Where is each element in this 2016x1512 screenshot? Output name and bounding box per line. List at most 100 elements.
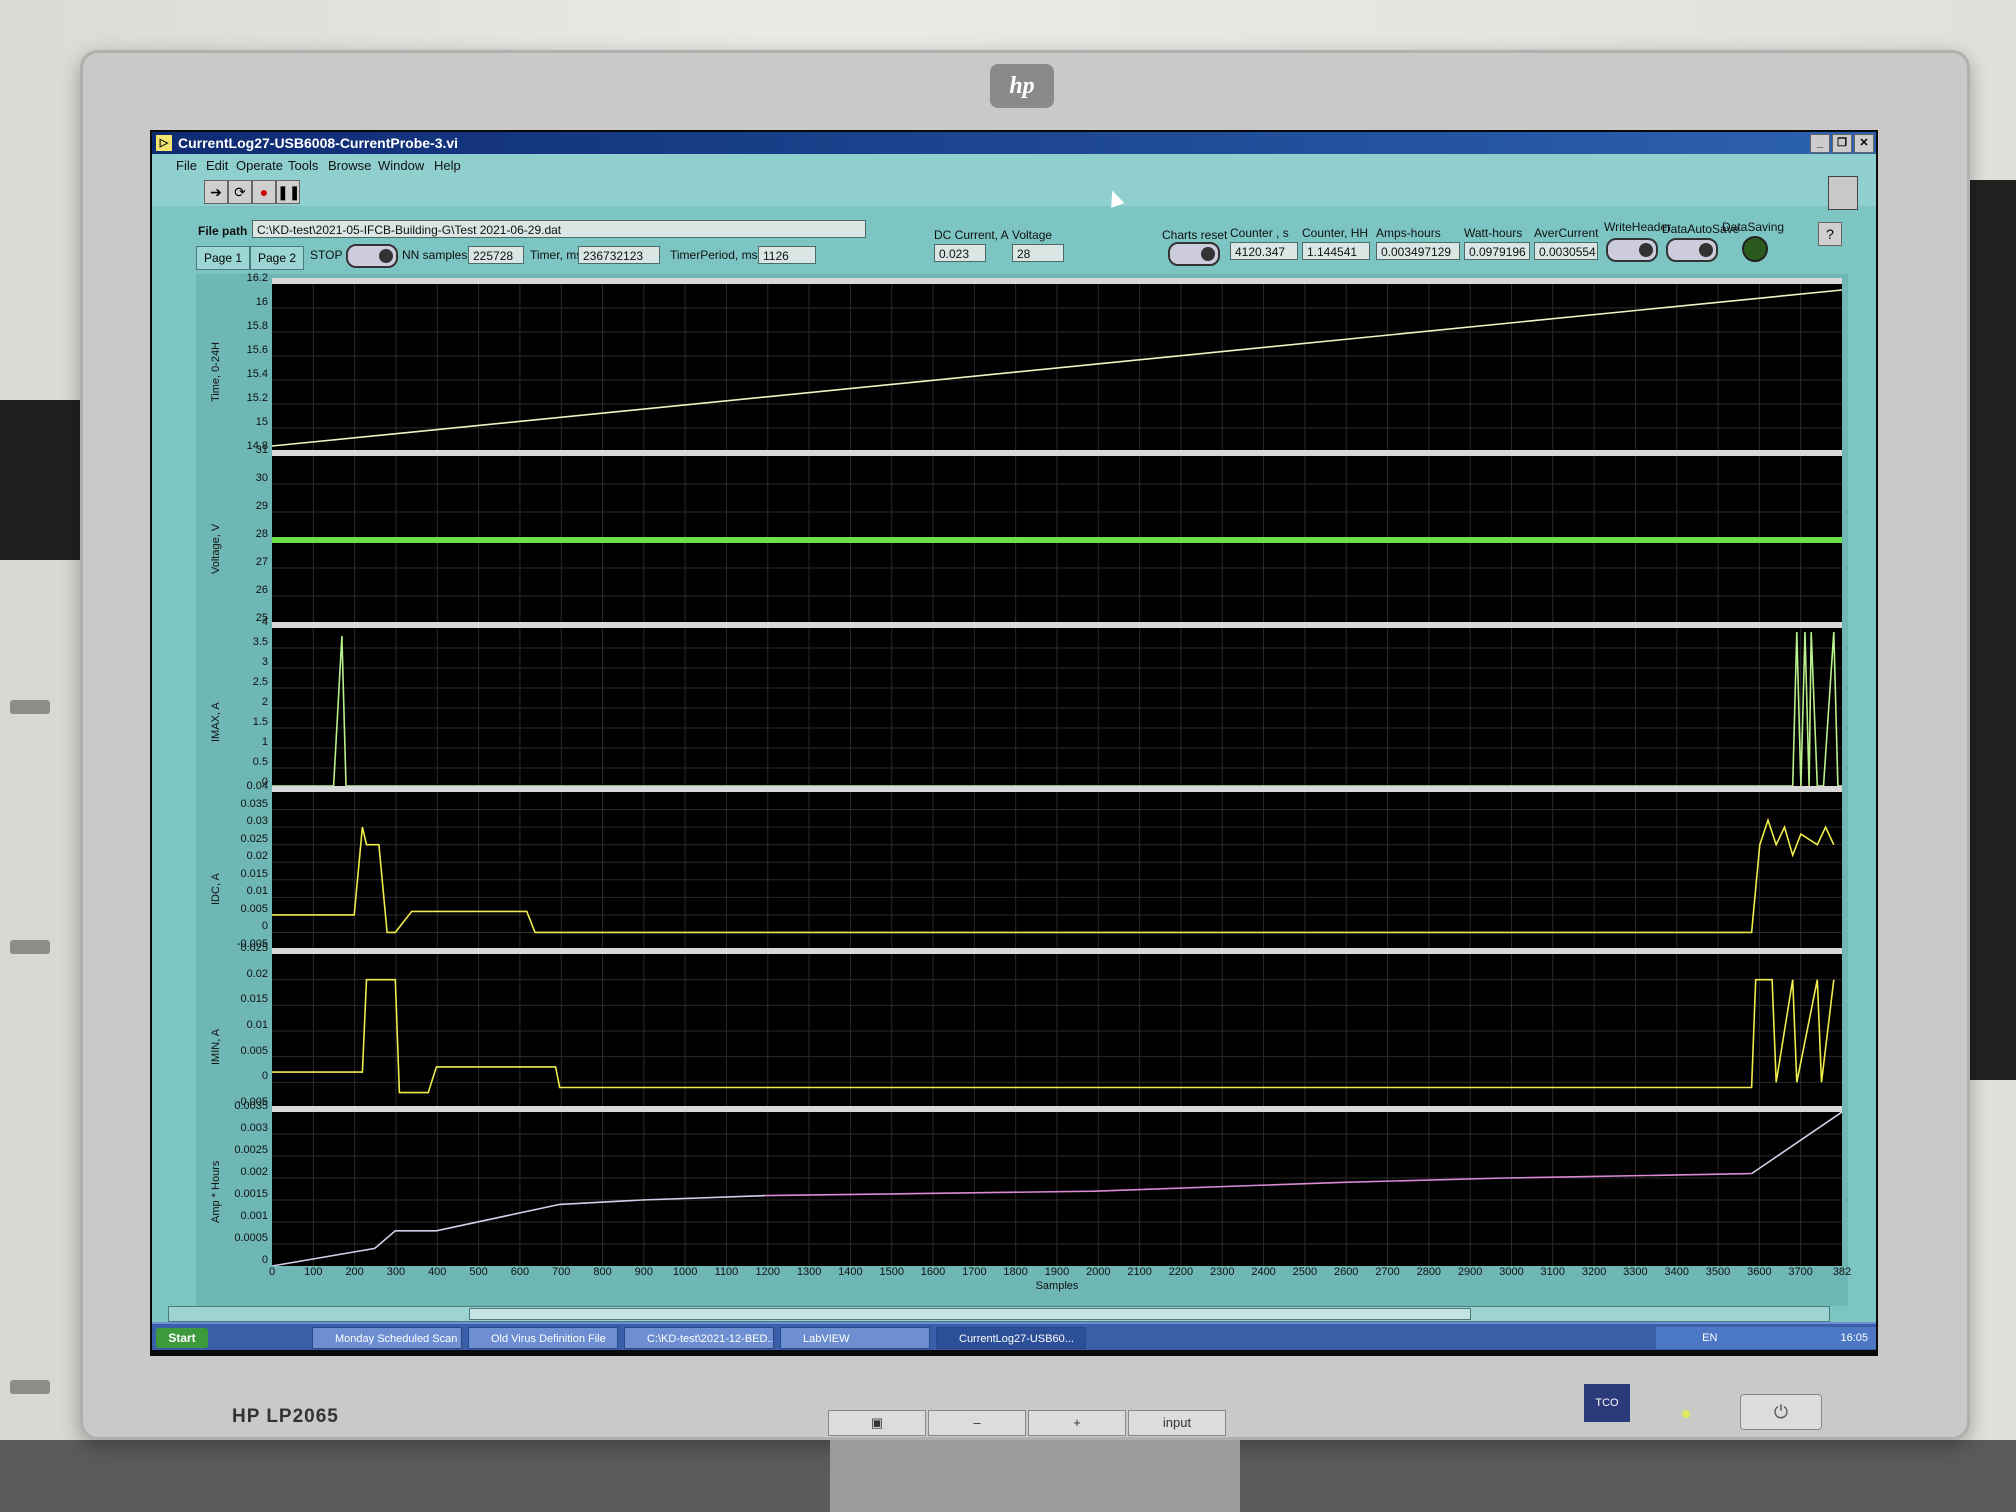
y-tick-label: 15: [255, 416, 268, 428]
monitor-minus-button[interactable]: –: [928, 1410, 1026, 1436]
taskbar-item-active[interactable]: CurrentLog27-USB60...: [936, 1327, 1086, 1349]
certification-badge: TCO: [1584, 1384, 1630, 1422]
menu-help[interactable]: Help: [434, 158, 461, 173]
y-tick-label: 3.5: [252, 636, 268, 648]
x-tick-label: 3100: [1540, 1266, 1566, 1278]
close-button[interactable]: ✕: [1854, 134, 1874, 153]
timer-period-label: TimerPeriod, ms: [670, 248, 758, 262]
x-tick-label: 1300: [796, 1266, 822, 1278]
chart-plot: [272, 792, 1842, 950]
menu-file[interactable]: File: [176, 158, 197, 173]
x-tick-label: 2300: [1210, 1266, 1235, 1278]
write-header-toggle[interactable]: [1606, 238, 1658, 262]
help-icon[interactable]: ?: [1818, 222, 1842, 246]
chart-2: [272, 450, 1842, 624]
restore-button[interactable]: ❐: [1832, 134, 1852, 153]
x-tick-label: 900: [634, 1266, 653, 1278]
horizontal-scrollbar[interactable]: [168, 1306, 1830, 1322]
run-continuously-icon[interactable]: ⟳: [228, 180, 252, 204]
y-tick-label: 0.025: [240, 832, 268, 845]
monitor-buttons: ▣ – + input: [828, 1410, 1228, 1436]
x-tick-label: 200: [345, 1266, 364, 1278]
taskbar-item[interactable]: Old Virus Definition File: [468, 1327, 618, 1349]
amp-hours-field: 0.003497129: [1376, 242, 1460, 260]
menu-edit[interactable]: Edit: [206, 158, 228, 173]
chart-5: [272, 948, 1842, 1108]
minimize-button[interactable]: _: [1810, 134, 1830, 153]
pause-icon[interactable]: ❚❚: [276, 180, 300, 204]
monitor-plus-button[interactable]: +: [1028, 1410, 1126, 1436]
run-arrow-icon[interactable]: ➔: [204, 180, 228, 204]
x-tick-label: 600: [510, 1266, 530, 1278]
y-tick-label: 0.035: [240, 797, 268, 810]
y-tick-label: 2: [261, 696, 268, 708]
x-axis-label: Samples: [1035, 1280, 1079, 1292]
x-tick-label: 3400: [1664, 1266, 1689, 1278]
charts-reset-label: Charts reset: [1162, 228, 1228, 242]
nn-samples-label: NN samples: [402, 248, 468, 262]
y-tick-label: 0.025: [240, 942, 268, 954]
y-tick-label: 1: [261, 736, 268, 748]
y-tick-label: 16.2: [246, 272, 268, 284]
monitor-menu-button[interactable]: ▣: [828, 1410, 926, 1436]
chart-1: [272, 278, 1842, 452]
x-tick-label: 3600: [1747, 1266, 1772, 1278]
power-led: [1682, 1410, 1690, 1418]
x-tick-label: 1100: [714, 1266, 739, 1278]
start-button[interactable]: Start: [156, 1328, 208, 1348]
y-tick-label: 3: [261, 656, 268, 668]
x-tick-label: 2800: [1416, 1266, 1442, 1278]
menu-browse[interactable]: Browse: [328, 158, 371, 173]
amp-hours-label: Amps-hours: [1376, 226, 1441, 240]
x-tick-label: 700: [552, 1266, 571, 1278]
x-tick-label: 1000: [672, 1266, 698, 1278]
menu-tools[interactable]: Tools: [288, 158, 318, 173]
menu-operate[interactable]: Operate: [236, 158, 283, 173]
series-line-1: [272, 817, 1835, 934]
charts-reset-toggle[interactable]: [1168, 242, 1220, 266]
taskbar-item[interactable]: C:\KD-test\2021-12-BED...: [624, 1327, 774, 1349]
taskbar-item[interactable]: LabVIEW: [780, 1327, 930, 1349]
taskbar-item[interactable]: Monday Scheduled Scan: [312, 1327, 462, 1349]
data-autosave-toggle[interactable]: [1666, 238, 1718, 262]
monitor-model: HP LP2065: [232, 1406, 339, 1427]
y-tick-label: 15.8: [246, 320, 268, 332]
x-tick-label: 2000: [1086, 1266, 1111, 1278]
timer-label: Timer, ms: [530, 248, 583, 262]
x-tick-label: 3300: [1623, 1266, 1648, 1278]
cabinet-handle: [10, 1380, 50, 1394]
aver-current-label: AverCurrent: [1534, 226, 1599, 240]
abort-icon[interactable]: ●: [252, 180, 276, 204]
tab-page2[interactable]: Page 2: [250, 246, 304, 270]
x-tick-label: 300: [386, 1266, 406, 1278]
y-tick-label: 29: [255, 500, 268, 512]
timer-period-input[interactable]: 1126: [758, 246, 816, 264]
power-button[interactable]: ⏻: [1740, 1394, 1822, 1430]
y-axis-label: IDC, A: [210, 873, 222, 905]
y-tick-label: 28: [255, 528, 268, 540]
x-tick-label: 2100: [1127, 1266, 1152, 1278]
nn-samples-field: 225728: [468, 246, 524, 264]
monitor-input-button[interactable]: input: [1128, 1410, 1226, 1436]
language-indicator[interactable]: EN: [1702, 1332, 1717, 1344]
scrollbar-thumb[interactable]: [469, 1308, 1471, 1320]
tab-page1[interactable]: Page 1: [196, 246, 250, 270]
y-tick-label: 0.02: [246, 850, 268, 863]
y-tick-label: 16: [255, 296, 268, 308]
toolbar: ➔ ⟳ ● ❚❚ ?: [152, 176, 1876, 246]
x-tick-label: 2400: [1251, 1266, 1276, 1278]
x-tick-label: 3000: [1499, 1266, 1524, 1278]
y-tick-label: 0.0025: [234, 1144, 268, 1156]
y-axis-label: IMAX, A: [210, 702, 222, 742]
menu-window[interactable]: Window: [378, 158, 424, 173]
x-tick-label: 500: [469, 1266, 488, 1278]
chart-plot: [272, 954, 1842, 1108]
stop-label: STOP: [310, 248, 343, 262]
y-tick-label: 0: [261, 920, 268, 933]
y-tick-label: 0.003: [240, 1122, 268, 1134]
chart-4: [272, 786, 1842, 950]
menubar: File Edit Operate Tools Browse Window He…: [152, 154, 1876, 176]
file-path-input[interactable]: C:\KD-test\2021-05-IFCB-Building-G\Test …: [252, 220, 866, 238]
y-tick-label: 0.01: [246, 885, 268, 898]
stop-toggle[interactable]: [346, 244, 398, 268]
